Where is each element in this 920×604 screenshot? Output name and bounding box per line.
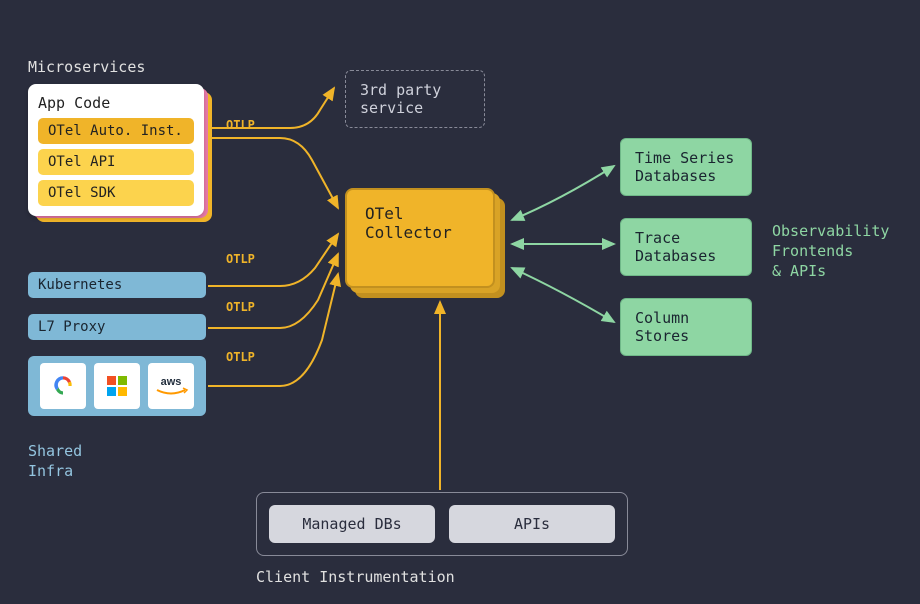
- kubernetes-box: Kubernetes: [28, 272, 206, 298]
- azure-icon: [94, 363, 140, 409]
- otlp-label-4: OTLP: [226, 350, 255, 364]
- appcode-item-autoinst: OTel Auto. Inst.: [38, 118, 194, 144]
- apis-box: APIs: [449, 505, 615, 543]
- collector-line1: OTel: [365, 204, 475, 223]
- microservices-label: Microservices: [28, 58, 145, 76]
- column-line2: Stores: [635, 327, 737, 345]
- svg-text:aws: aws: [161, 376, 182, 388]
- observability-label-3: & APIs: [772, 262, 826, 280]
- shared-infra-label-2: Infra: [28, 462, 73, 480]
- otlp-label-1: OTLP: [226, 118, 255, 132]
- gcp-icon: [40, 363, 86, 409]
- appcode-card: App Code OTel Auto. Inst. OTel API OTel …: [28, 84, 204, 216]
- column-stores-box: Column Stores: [620, 298, 752, 356]
- trace-db-box: Trace Databases: [620, 218, 752, 276]
- l7proxy-box: L7 Proxy: [28, 314, 206, 340]
- client-instrumentation-label: Client Instrumentation: [256, 568, 455, 586]
- shared-infra-label-1: Shared: [28, 442, 82, 460]
- appcode-item-sdk: OTel SDK: [38, 180, 194, 206]
- otlp-label-2: OTLP: [226, 252, 255, 266]
- third-party-line1: 3rd party: [360, 81, 470, 99]
- timeseries-line2: Databases: [635, 167, 737, 185]
- client-instrumentation-box: Managed DBs APIs: [256, 492, 628, 556]
- aws-icon: aws: [148, 363, 194, 409]
- cloud-providers-box: aws: [28, 356, 206, 416]
- observability-label-2: Frontends: [772, 242, 853, 260]
- trace-line1: Trace: [635, 229, 737, 247]
- third-party-line2: service: [360, 99, 470, 117]
- appcode-item-api: OTel API: [38, 149, 194, 175]
- observability-label-1: Observability: [772, 222, 889, 240]
- timeseries-line1: Time Series: [635, 149, 737, 167]
- third-party-box: 3rd party service: [345, 70, 485, 128]
- appcode-title: App Code: [38, 94, 194, 112]
- trace-line2: Databases: [635, 247, 737, 265]
- otlp-label-3: OTLP: [226, 300, 255, 314]
- column-line1: Column: [635, 309, 737, 327]
- timeseries-db-box: Time Series Databases: [620, 138, 752, 196]
- collector-box: OTel Collector: [345, 188, 495, 288]
- managed-dbs-box: Managed DBs: [269, 505, 435, 543]
- collector-line2: Collector: [365, 223, 475, 242]
